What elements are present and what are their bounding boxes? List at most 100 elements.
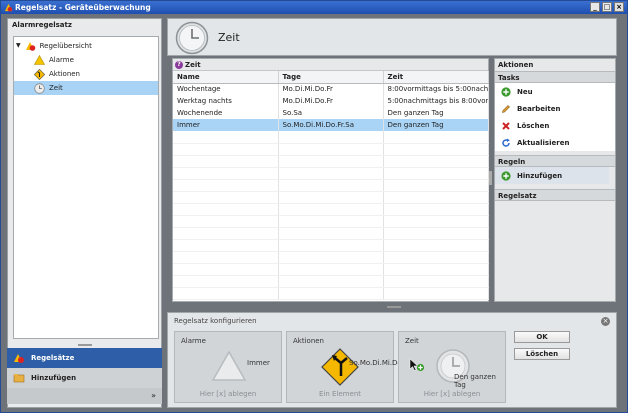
time-table: Name Tage Zeit Wochentage Mo.Di.Mi.Do.Fr… — [173, 71, 489, 300]
nav-item-hinzufuegen[interactable]: Hinzufügen — [7, 368, 162, 388]
large-clock-icon — [175, 21, 209, 55]
road-sign-icon — [34, 68, 45, 80]
clock-icon — [34, 82, 45, 94]
cell-tage: Mo.Di.Mi.Do.Fr — [278, 95, 384, 107]
help-icon[interactable]: ? — [175, 61, 183, 69]
column-header-name[interactable]: Name — [173, 71, 279, 84]
cell-tage: Mo.Di.Mi.Do.Fr — [278, 83, 384, 95]
tree-item-zeit[interactable]: Zeit — [14, 81, 158, 95]
triangle-icon — [211, 350, 247, 381]
empty-row — [173, 155, 489, 168]
panel-caption-label: Zeit — [185, 61, 201, 69]
app-logo-icon — [4, 3, 13, 12]
left-nav: Regelsätze Hinzufügen » — [7, 348, 162, 404]
actions-panel: Aktionen Tasks Neu Bearbeiten Löschen Ak… — [494, 58, 616, 302]
cell-tage: So.Sa — [278, 107, 384, 119]
title-bar: Regelsatz - Geräteüberwachung _ □ × — [1, 1, 627, 14]
tree-item-label: Regelübersicht — [39, 42, 92, 50]
delete-button[interactable]: Löschen — [514, 348, 570, 360]
drag-cursor-icon — [409, 358, 425, 372]
column-header-zeit[interactable]: Zeit — [383, 71, 489, 84]
cell-name: Immer — [173, 119, 279, 131]
main-header: Zeit — [167, 18, 617, 56]
task-label: Aktualisieren — [517, 138, 570, 147]
empty-row — [173, 239, 489, 252]
task-label: Löschen — [517, 121, 550, 130]
task-label: Neu — [517, 87, 533, 96]
x-icon — [502, 121, 510, 130]
task-bearbeiten[interactable]: Bearbeiten — [495, 100, 615, 117]
cell-zeit: 5:00nachmittags bis 8:00vorm — [383, 95, 489, 107]
nav-item-label: Regelsätze — [31, 354, 75, 362]
table-row[interactable]: Werktag nachts Mo.Di.Mi.Do.Fr 5:00nachmi… — [173, 95, 489, 107]
box-footer: Ein Element — [318, 390, 361, 398]
rules-heading[interactable]: Regeln — [495, 155, 615, 167]
cell-name: Wochentage — [173, 83, 279, 95]
task-label: Bearbeiten — [517, 104, 561, 113]
cell-zeit: 8:00vormittags bis 5:00nachm — [383, 83, 489, 95]
road-sign-icon — [321, 348, 359, 386]
expand-chevron-icon[interactable]: » — [7, 388, 162, 404]
pencil-icon — [502, 104, 510, 113]
vertical-splitter[interactable] — [489, 171, 492, 185]
tree-view: ▼ Regelübersicht Alarme Aktionen Zeit — [13, 36, 159, 339]
actions-heading: Aktionen — [498, 61, 534, 69]
empty-row — [173, 263, 489, 276]
task-aktualisieren[interactable]: Aktualisieren — [495, 134, 615, 151]
empty-row — [173, 275, 489, 288]
box-label: Zeit — [405, 337, 419, 345]
config-panel: Regelsatz konfigurieren × Alarme Immer H… — [167, 312, 617, 408]
ruleset-heading[interactable]: Regelsatz — [495, 189, 615, 201]
tree-item-aktionen[interactable]: Aktionen — [34, 67, 156, 81]
nav-item-label: Hinzufügen — [31, 374, 77, 382]
nav-item-regelsaetze[interactable]: Regelsätze — [7, 348, 162, 368]
tree-item-label: Alarme — [49, 56, 74, 64]
tree-item-label: Zeit — [49, 84, 63, 92]
cell-zeit: Den ganzen Tag — [383, 119, 489, 131]
table-row-selected[interactable]: Immer So.Mo.Di.Mi.Do.Fr.Sa Den ganzen Ta… — [173, 119, 489, 131]
table-row[interactable]: Wochenende So.Sa Den ganzen Tag — [173, 107, 489, 119]
empty-row — [173, 191, 489, 204]
panel-caption: ? Zeit — [173, 59, 488, 71]
tasks-heading[interactable]: Tasks — [495, 71, 615, 83]
cell-tage: So.Mo.Di.Mi.Do.Fr.Sa — [278, 119, 384, 131]
rule-hinzufuegen[interactable]: Hinzufügen — [495, 167, 609, 184]
maximize-button[interactable]: □ — [602, 2, 612, 12]
minimize-button[interactable]: _ — [590, 2, 600, 12]
box-label: Alarme — [181, 337, 206, 345]
close-button[interactable]: × — [614, 2, 624, 12]
table-header: Name Tage Zeit — [173, 71, 489, 84]
empty-row — [173, 203, 489, 216]
plus-icon — [501, 86, 511, 97]
app-window: Regelsatz - Geräteüberwachung _ □ × Alar… — [0, 0, 628, 413]
empty-row — [173, 143, 489, 156]
drop-box-zeit[interactable]: Zeit Den ganzen Tag Hier [x] ablegen — [398, 331, 506, 403]
close-icon[interactable]: × — [601, 317, 610, 326]
task-neu[interactable]: Neu — [495, 83, 615, 100]
splitter-handle[interactable] — [78, 344, 92, 346]
window-title: Regelsatz - Geräteüberwachung — [15, 3, 151, 12]
ok-button[interactable]: OK — [514, 331, 570, 343]
cell-name: Werktag nachts — [173, 95, 279, 107]
refresh-icon — [502, 138, 510, 147]
empty-row — [173, 287, 489, 300]
ruleset-icon — [14, 354, 24, 363]
tree-item-alarme[interactable]: Alarme — [34, 53, 156, 67]
task-loeschen[interactable]: Löschen — [495, 117, 615, 134]
empty-row — [173, 251, 489, 264]
box-footer: Hier [x] ablegen — [199, 390, 257, 398]
box-label: Aktionen — [293, 337, 324, 345]
splitter-handle[interactable] — [387, 306, 401, 308]
box-value: Immer — [247, 359, 270, 367]
column-header-tage[interactable]: Tage — [278, 71, 384, 84]
left-heading: Alarmregelsatz — [12, 21, 72, 29]
config-caption: Regelsatz konfigurieren — [174, 317, 257, 325]
drop-box-aktionen[interactable]: Aktionen So.Mo.Di.Mi.Do.Fr.Sa Ein Elemen… — [286, 331, 421, 403]
drop-box-alarme[interactable]: Alarme Immer Hier [x] ablegen — [174, 331, 282, 403]
table-row[interactable]: Wochentage Mo.Di.Mi.Do.Fr 8:00vormittags… — [173, 83, 489, 95]
tree-item-regeluebersicht[interactable]: ▼ Regelübersicht — [16, 39, 156, 53]
add-folder-icon — [13, 374, 25, 383]
expand-arrow-icon[interactable]: ▼ — [16, 39, 21, 53]
plus-icon — [501, 170, 511, 181]
cell-zeit: Den ganzen Tag — [383, 107, 489, 119]
